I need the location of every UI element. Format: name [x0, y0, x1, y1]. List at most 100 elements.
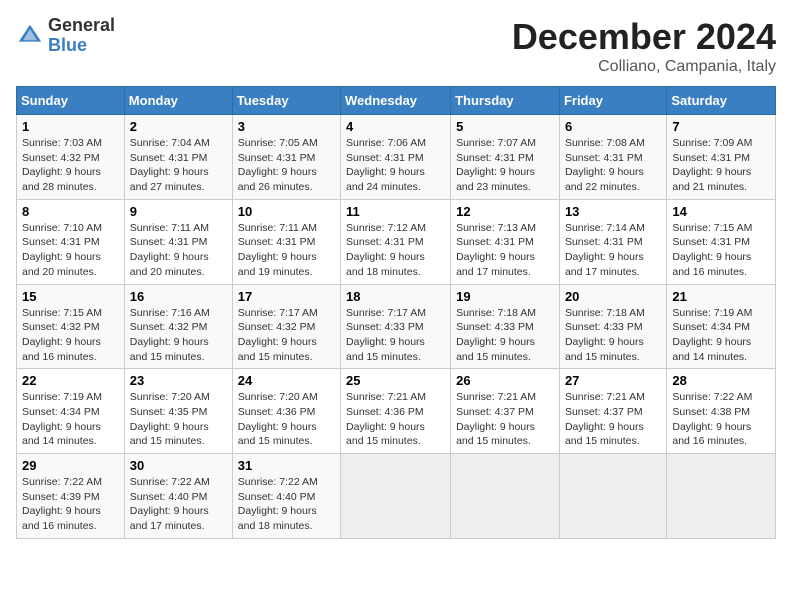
day-number: 3	[238, 119, 335, 134]
calendar-cell	[341, 454, 451, 539]
day-of-week-header: Wednesday	[341, 87, 451, 115]
day-number: 8	[22, 204, 119, 219]
day-of-week-header: Thursday	[451, 87, 560, 115]
day-number: 28	[672, 373, 770, 388]
calendar-cell: 15Sunrise: 7:15 AMSunset: 4:32 PMDayligh…	[17, 284, 125, 369]
calendar-cell: 9Sunrise: 7:11 AMSunset: 4:31 PMDaylight…	[124, 199, 232, 284]
calendar-cell: 7 Sunrise: 7:09 AMSunset: 4:31 PMDaylight…	[667, 115, 776, 200]
day-info: Sunrise: 7:19 AMSunset: 4:34 PMDaylight:…	[672, 306, 770, 365]
day-info: Sunrise: 7:04 AMSunset: 4:31 PMDaylight:…	[130, 136, 227, 195]
calendar-cell: 6 Sunrise: 7:08 AMSunset: 4:31 PMDaylight…	[559, 115, 666, 200]
calendar-cell: 25 Sunrise: 7:21 AMSunset: 4:36 PMDayligh…	[341, 369, 451, 454]
day-info: Sunrise: 7:15 AMSunset: 4:31 PMDaylight:…	[672, 221, 770, 280]
logo-text: General Blue	[48, 16, 115, 56]
day-number: 14	[672, 204, 770, 219]
calendar-cell: 16 Sunrise: 7:16 AMSunset: 4:32 PMDayligh…	[124, 284, 232, 369]
calendar-week-row: 15Sunrise: 7:15 AMSunset: 4:32 PMDayligh…	[17, 284, 776, 369]
day-number: 20	[565, 289, 661, 304]
day-info: Sunrise: 7:17 AMSunset: 4:33 PMDaylight:…	[346, 306, 445, 365]
day-number: 2	[130, 119, 227, 134]
calendar-body: 1Sunrise: 7:03 AMSunset: 4:32 PMDaylight…	[17, 115, 776, 539]
day-number: 19	[456, 289, 554, 304]
day-number: 15	[22, 289, 119, 304]
calendar-cell: 18 Sunrise: 7:17 AMSunset: 4:33 PMDayligh…	[341, 284, 451, 369]
day-info: Sunrise: 7:13 AMSunset: 4:31 PMDaylight:…	[456, 221, 554, 280]
day-info: Sunrise: 7:18 AMSunset: 4:33 PMDaylight:…	[565, 306, 661, 365]
day-info: Sunrise: 7:22 AMSunset: 4:39 PMDaylight:…	[22, 475, 119, 534]
day-info: Sunrise: 7:18 AMSunset: 4:33 PMDaylight:…	[456, 306, 554, 365]
day-of-week-header: Sunday	[17, 87, 125, 115]
day-info: Sunrise: 7:12 AMSunset: 4:31 PMDaylight:…	[346, 221, 445, 280]
day-info: Sunrise: 7:10 AMSunset: 4:31 PMDaylight:…	[22, 221, 119, 280]
day-info: Sunrise: 7:11 AMSunset: 4:31 PMDaylight:…	[238, 221, 335, 280]
calendar-cell: 11 Sunrise: 7:12 AMSunset: 4:31 PMDayligh…	[341, 199, 451, 284]
calendar-cell: 21 Sunrise: 7:19 AMSunset: 4:34 PMDayligh…	[667, 284, 776, 369]
calendar-cell	[559, 454, 666, 539]
logo-blue-text: Blue	[48, 36, 115, 56]
calendar: SundayMondayTuesdayWednesdayThursdayFrid…	[16, 86, 776, 539]
day-number: 21	[672, 289, 770, 304]
day-number: 29	[22, 458, 119, 473]
day-number: 7	[672, 119, 770, 134]
location-title: Colliano, Campania, Italy	[512, 58, 776, 76]
calendar-cell: 24Sunrise: 7:20 AMSunset: 4:36 PMDayligh…	[232, 369, 340, 454]
calendar-cell: 10 Sunrise: 7:11 AMSunset: 4:31 PMDayligh…	[232, 199, 340, 284]
calendar-cell: 23 Sunrise: 7:20 AMSunset: 4:35 PMDayligh…	[124, 369, 232, 454]
day-number: 13	[565, 204, 661, 219]
calendar-cell: 17 Sunrise: 7:17 AMSunset: 4:32 PMDayligh…	[232, 284, 340, 369]
day-number: 31	[238, 458, 335, 473]
calendar-cell: 19 Sunrise: 7:18 AMSunset: 4:33 PMDayligh…	[451, 284, 560, 369]
day-info: Sunrise: 7:08 AMSunset: 4:31 PMDaylight:…	[565, 136, 661, 195]
calendar-cell: 3 Sunrise: 7:05 AMSunset: 4:31 PMDaylight…	[232, 115, 340, 200]
calendar-cell	[451, 454, 560, 539]
calendar-cell: 22Sunrise: 7:19 AMSunset: 4:34 PMDayligh…	[17, 369, 125, 454]
calendar-cell: 26 Sunrise: 7:21 AMSunset: 4:37 PMDayligh…	[451, 369, 560, 454]
day-info: Sunrise: 7:21 AMSunset: 4:36 PMDaylight:…	[346, 390, 445, 449]
day-info: Sunrise: 7:20 AMSunset: 4:35 PMDaylight:…	[130, 390, 227, 449]
calendar-cell: 5Sunrise: 7:07 AMSunset: 4:31 PMDaylight…	[451, 115, 560, 200]
calendar-cell: 2 Sunrise: 7:04 AMSunset: 4:31 PMDaylight…	[124, 115, 232, 200]
day-info: Sunrise: 7:21 AMSunset: 4:37 PMDaylight:…	[565, 390, 661, 449]
calendar-cell: 28 Sunrise: 7:22 AMSunset: 4:38 PMDayligh…	[667, 369, 776, 454]
calendar-cell: 27Sunrise: 7:21 AMSunset: 4:37 PMDayligh…	[559, 369, 666, 454]
day-info: Sunrise: 7:22 AMSunset: 4:40 PMDaylight:…	[130, 475, 227, 534]
day-info: Sunrise: 7:16 AMSunset: 4:32 PMDaylight:…	[130, 306, 227, 365]
day-info: Sunrise: 7:22 AMSunset: 4:38 PMDaylight:…	[672, 390, 770, 449]
day-number: 18	[346, 289, 445, 304]
day-info: Sunrise: 7:20 AMSunset: 4:36 PMDaylight:…	[238, 390, 335, 449]
header: General Blue December 2024 Colliano, Cam…	[16, 16, 776, 76]
calendar-cell	[667, 454, 776, 539]
day-info: Sunrise: 7:09 AMSunset: 4:31 PMDaylight:…	[672, 136, 770, 195]
day-number: 6	[565, 119, 661, 134]
day-number: 30	[130, 458, 227, 473]
calendar-cell: 8 Sunrise: 7:10 AMSunset: 4:31 PMDaylight…	[17, 199, 125, 284]
day-of-week-header: Friday	[559, 87, 666, 115]
day-info: Sunrise: 7:19 AMSunset: 4:34 PMDaylight:…	[22, 390, 119, 449]
day-number: 1	[22, 119, 119, 134]
calendar-cell: 14 Sunrise: 7:15 AMSunset: 4:31 PMDayligh…	[667, 199, 776, 284]
day-of-week-header: Saturday	[667, 87, 776, 115]
day-of-week-header: Monday	[124, 87, 232, 115]
day-info: Sunrise: 7:05 AMSunset: 4:31 PMDaylight:…	[238, 136, 335, 195]
day-of-week-header: Tuesday	[232, 87, 340, 115]
day-number: 10	[238, 204, 335, 219]
day-number: 11	[346, 204, 445, 219]
calendar-week-row: 22Sunrise: 7:19 AMSunset: 4:34 PMDayligh…	[17, 369, 776, 454]
day-info: Sunrise: 7:07 AMSunset: 4:31 PMDaylight:…	[456, 136, 554, 195]
day-number: 26	[456, 373, 554, 388]
logo-icon	[16, 22, 44, 50]
calendar-cell: 30 Sunrise: 7:22 AMSunset: 4:40 PMDayligh…	[124, 454, 232, 539]
day-info: Sunrise: 7:21 AMSunset: 4:37 PMDaylight:…	[456, 390, 554, 449]
day-info: Sunrise: 7:14 AMSunset: 4:31 PMDaylight:…	[565, 221, 661, 280]
calendar-week-row: 1Sunrise: 7:03 AMSunset: 4:32 PMDaylight…	[17, 115, 776, 200]
logo-general-text: General	[48, 16, 115, 36]
calendar-header-row: SundayMondayTuesdayWednesdayThursdayFrid…	[17, 87, 776, 115]
month-title: December 2024	[512, 16, 776, 58]
day-info: Sunrise: 7:17 AMSunset: 4:32 PMDaylight:…	[238, 306, 335, 365]
calendar-cell: 29 Sunrise: 7:22 AMSunset: 4:39 PMDayligh…	[17, 454, 125, 539]
day-number: 17	[238, 289, 335, 304]
day-number: 25	[346, 373, 445, 388]
day-number: 23	[130, 373, 227, 388]
calendar-cell: 1Sunrise: 7:03 AMSunset: 4:32 PMDaylight…	[17, 115, 125, 200]
day-number: 16	[130, 289, 227, 304]
